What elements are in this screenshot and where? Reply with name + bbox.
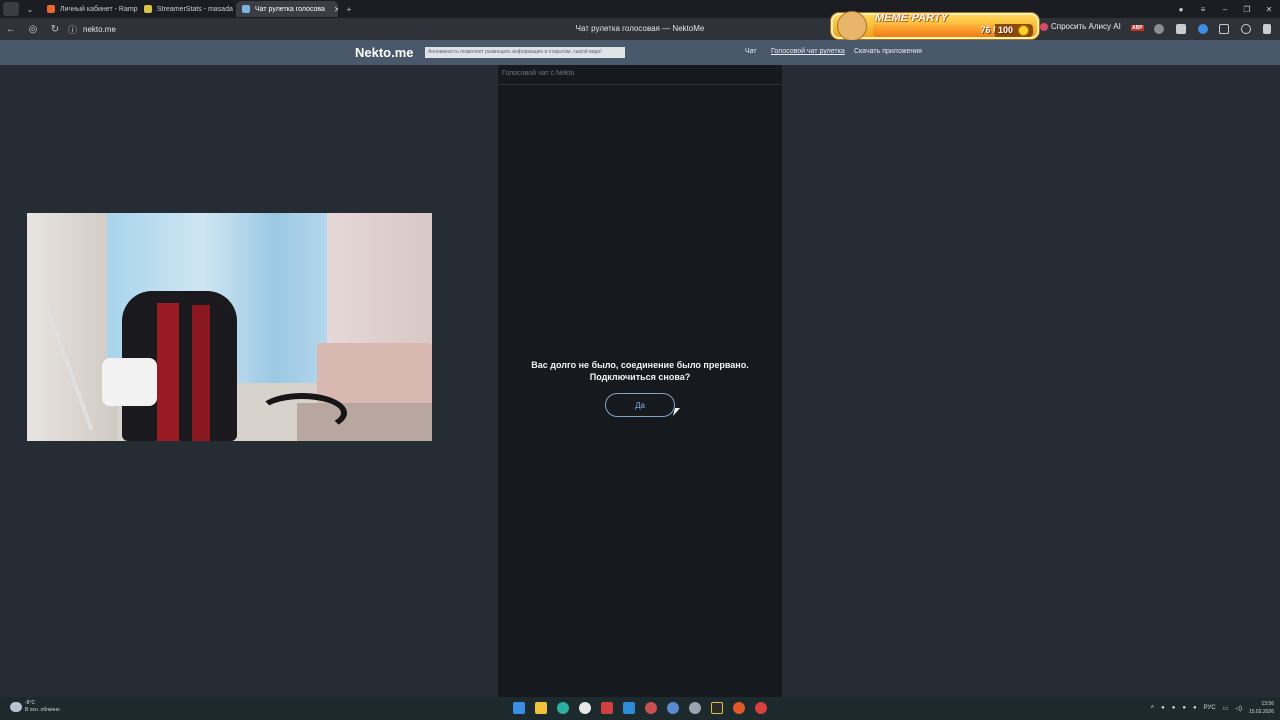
disconnect-message-line: Вас долго не было, соединение было прерв… — [531, 360, 749, 370]
system-tray: ˄ ● ● ● ● РУС ▭ ◁) 13:56 15.02.2026 — [1151, 700, 1274, 716]
tab-label: Чат рулетка голосова — [255, 5, 325, 13]
weather-temp: -8°C — [25, 700, 36, 706]
yandex-browser-icon[interactable] — [579, 702, 591, 714]
extension-icon[interactable] — [1198, 24, 1208, 34]
reconnect-yes-button[interactable]: Да — [605, 393, 675, 417]
browser-menu-icon[interactable] — [3, 2, 19, 16]
nav-link-download-apps[interactable]: Скачать приложения — [854, 48, 922, 55]
nav-link-chat[interactable]: Чат — [745, 48, 757, 55]
meme-count: 76 / 100 — [980, 25, 1013, 35]
clock-date: 15.02.2026 — [1248, 709, 1274, 715]
tab-streamerstats[interactable]: StreamerStats - masada — [138, 1, 236, 17]
tab-ramp[interactable]: Личный кабинет - Ramp — [41, 1, 138, 17]
browser-tab-bar: ⌄ Личный кабинет - Ramp StreamerStats - … — [0, 0, 1280, 18]
network-icon[interactable]: ▭ — [1223, 705, 1229, 712]
address-bar: ← ◎ ↻ ⓘ nekto.me Чат рулетка голосовая —… — [0, 18, 1280, 40]
clock[interactable]: 13:56 15.02.2026 — [1249, 700, 1274, 716]
webcam-overlay — [27, 213, 432, 441]
start-icon[interactable] — [513, 702, 525, 714]
tray-app-icon[interactable]: ● — [1193, 705, 1197, 711]
lang-indicator[interactable]: РУС — [1204, 705, 1216, 711]
tab-label: Личный кабинет - Ramp — [60, 5, 138, 13]
doge-icon — [837, 11, 867, 41]
ask-alice-button[interactable]: Спросить Алису AI — [1040, 22, 1121, 31]
download-icon[interactable] — [1241, 24, 1251, 34]
alice-label: Спросить Алису AI — [1051, 22, 1121, 31]
reconnect-question: Подключиться снова? — [589, 372, 691, 382]
settings-icon[interactable] — [689, 702, 701, 714]
menu-icon[interactable]: ≡ — [1192, 5, 1214, 14]
shield-icon[interactable]: ◎ — [22, 24, 44, 35]
meme-party-title: MEME·PARTY — [875, 12, 948, 24]
bookmark-icon[interactable] — [1263, 24, 1271, 34]
windows-taskbar: -8°C В осн. облачно ˄ ● ● ● ● РУС ▭ ◁) 1… — [0, 697, 1280, 720]
tray-app-icon[interactable]: ● — [1182, 705, 1186, 711]
site-logo[interactable]: Nekto.me — [355, 45, 414, 60]
tab-label: StreamerStats - masada — [157, 5, 233, 13]
tray-app-icon[interactable]: ● — [1161, 705, 1165, 711]
app-icon[interactable] — [733, 702, 745, 714]
app-icon[interactable] — [667, 702, 679, 714]
clock-time: 13:56 — [1261, 701, 1274, 707]
app-icon[interactable] — [711, 702, 723, 714]
reload-icon[interactable]: ↻ — [44, 24, 66, 35]
adblock-icon[interactable]: ABP — [1131, 25, 1144, 31]
profile-icon[interactable]: ● — [1170, 5, 1192, 14]
chat-panel-header: Голосовой чат с Nekto — [498, 65, 782, 85]
close-window-icon[interactable]: ✕ — [1258, 5, 1280, 14]
extensions-puzzle-icon[interactable] — [1219, 24, 1229, 34]
meme-progress-fill — [873, 24, 995, 37]
extension-icon[interactable] — [1154, 24, 1164, 34]
minimize-icon[interactable]: – — [1214, 5, 1236, 14]
mouse-cursor-icon — [672, 408, 681, 416]
tray-chevron-icon[interactable]: ˄ — [1151, 705, 1155, 711]
app-icon[interactable] — [623, 702, 635, 714]
app-icon[interactable] — [601, 702, 613, 714]
site-notice: Анонимность позволяет размещать информац… — [425, 47, 625, 58]
file-explorer-icon[interactable] — [535, 702, 547, 714]
coin-icon — [1018, 25, 1029, 36]
tabs-dropdown-icon[interactable]: ⌄ — [19, 5, 41, 14]
meme-progress-bar: 76 / 100 — [873, 24, 1033, 37]
weather-widget[interactable]: -8°C В осн. облачно — [10, 700, 60, 714]
meme-party-widget[interactable]: 76 / 100 MEME·PARTY — [831, 11, 1039, 41]
cloud-icon — [10, 702, 22, 712]
volume-icon[interactable]: ◁) — [1235, 705, 1242, 712]
voice-chat-panel: Голосовой чат с Nekto Вас долго не было,… — [498, 65, 782, 697]
back-icon[interactable]: ← — [0, 24, 22, 35]
new-tab-button[interactable]: + — [338, 5, 360, 14]
restore-icon[interactable]: ❐ — [1236, 5, 1258, 14]
app-icon[interactable] — [645, 702, 657, 714]
tray-app-icon[interactable]: ● — [1172, 705, 1176, 711]
page-background-right — [782, 65, 1280, 697]
nav-link-voice-chat[interactable]: Голосовой чат рулетка — [771, 48, 845, 55]
weather-desc: В осн. облачно — [25, 707, 60, 713]
streamerstats-favicon-icon — [144, 5, 152, 13]
extension-icon[interactable] — [1176, 24, 1186, 34]
edge-icon[interactable] — [557, 702, 569, 714]
alice-icon — [1040, 22, 1048, 31]
disconnect-message: Вас долго не было, соединение было прерв… — [498, 359, 782, 383]
nekto-favicon-icon — [242, 5, 250, 13]
site-header: Nekto.me Анонимность позволяет размещать… — [0, 40, 1280, 65]
url-field[interactable]: nekto.me — [83, 25, 116, 34]
ramp-favicon-icon — [47, 5, 55, 13]
site-info-icon[interactable]: ⓘ — [68, 23, 77, 36]
tab-nekto[interactable]: Чат рулетка голосова ✕ — [236, 1, 338, 17]
app-icon[interactable] — [755, 702, 767, 714]
